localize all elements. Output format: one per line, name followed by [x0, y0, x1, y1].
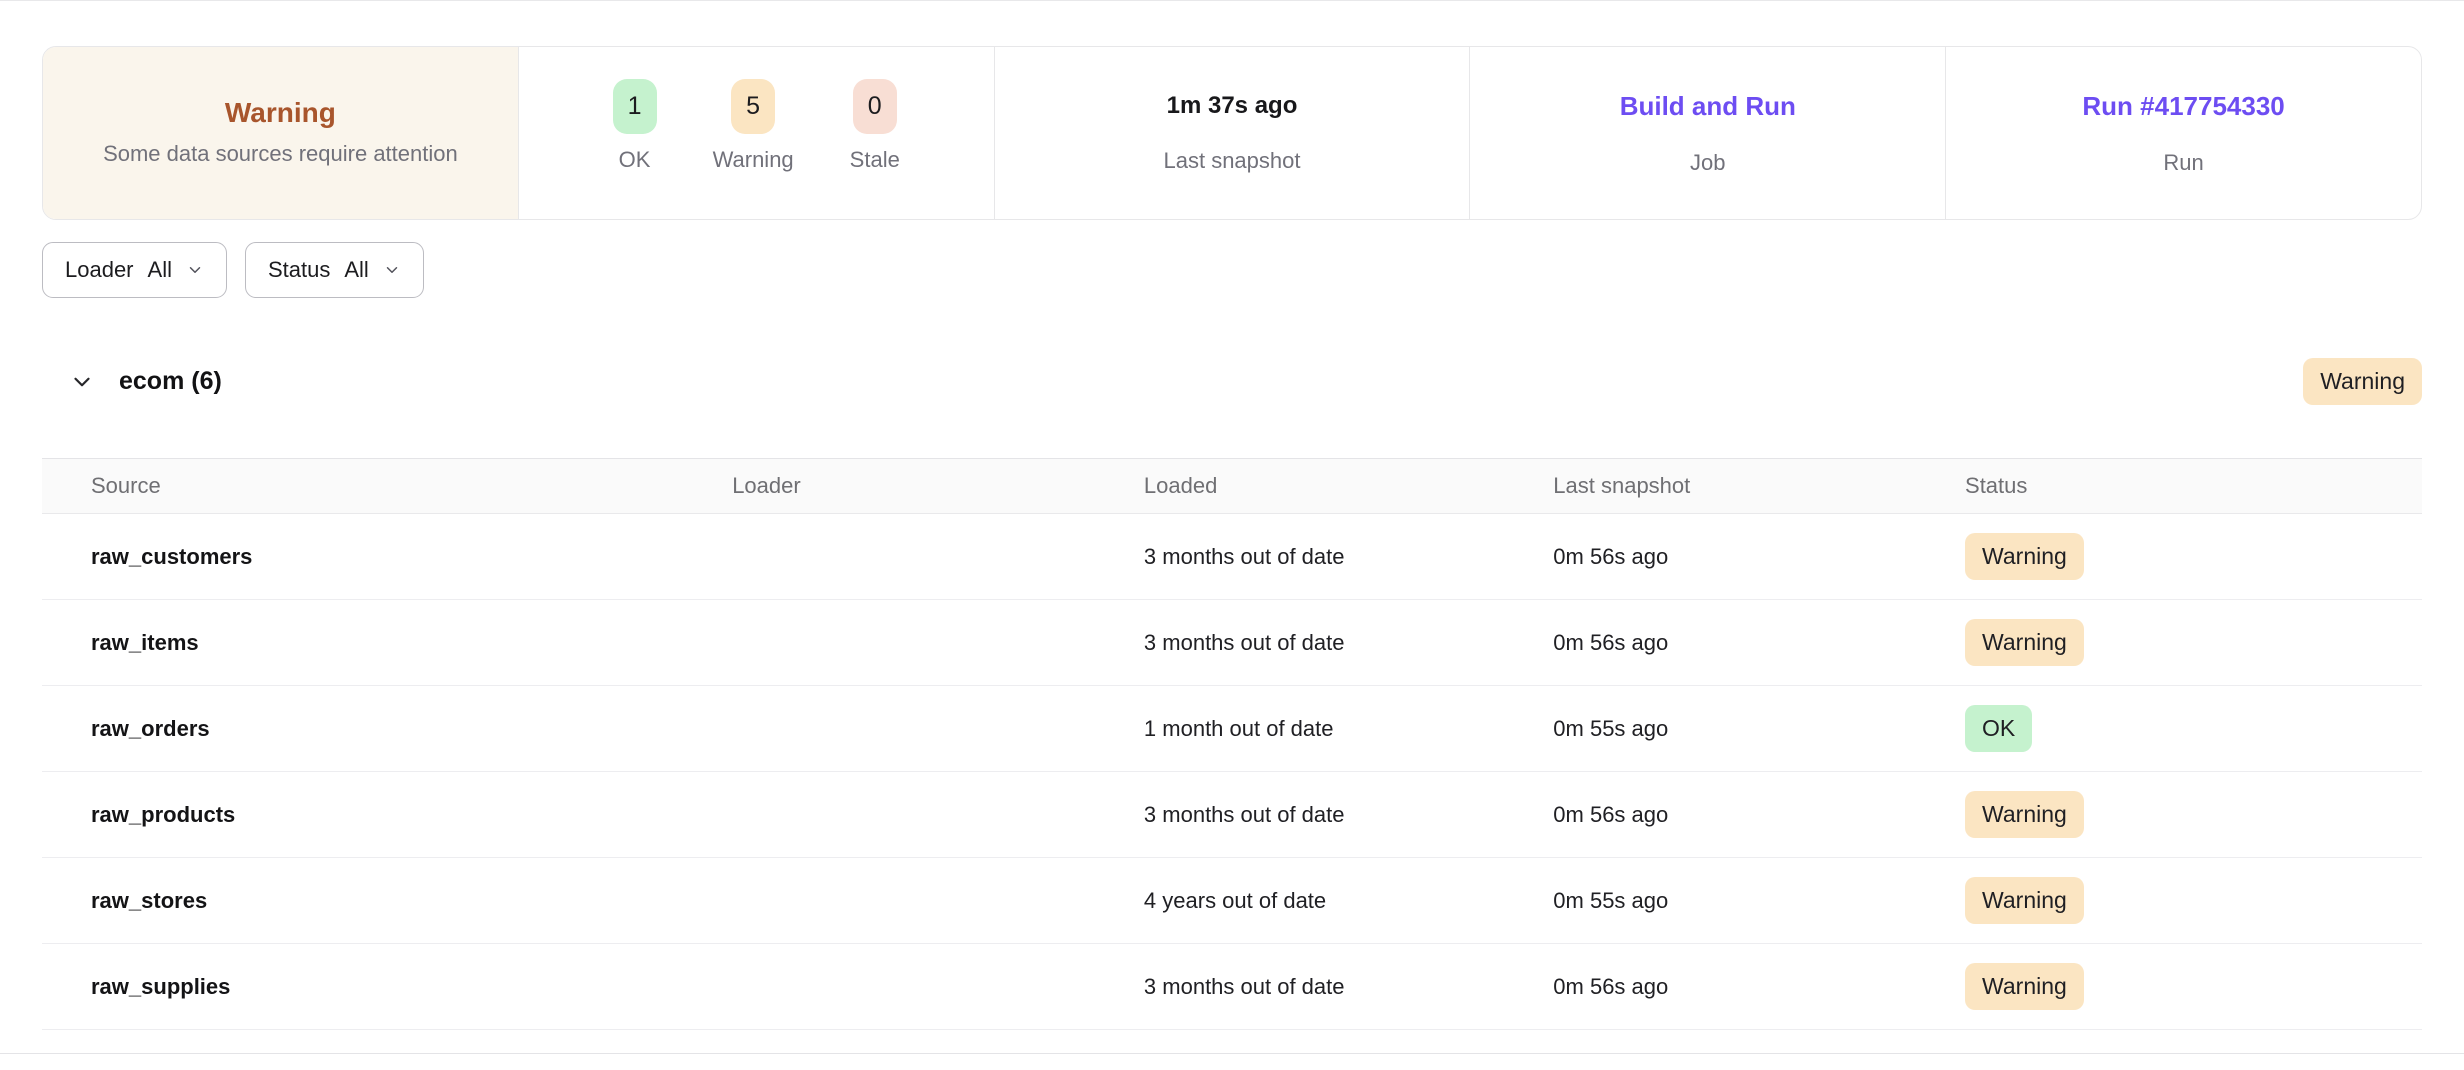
source-cell: raw_products [42, 802, 732, 828]
table-row[interactable]: raw_customers 3 months out of date 0m 56… [42, 514, 2422, 600]
chevron-down-icon [69, 369, 95, 395]
source-cell: raw_stores [42, 888, 732, 914]
source-cell: raw_customers [42, 544, 732, 570]
stat-label: Job [1690, 150, 1725, 176]
overall-status-title: Warning [225, 97, 336, 129]
last-snapshot-cell: 0m 55s ago [1553, 888, 1965, 914]
source-cell: raw_items [42, 630, 732, 656]
counter-label: Stale [850, 147, 900, 173]
last-snapshot-cell: 0m 56s ago [1553, 974, 1965, 1000]
stat-link[interactable]: Run #417754330 [2082, 91, 2284, 122]
table-header: Source Loader Loaded Last snapshot Statu… [42, 458, 2422, 514]
stat-last-snapshot: 1m 37s ago Last snapshot [994, 47, 1470, 219]
top-divider [0, 0, 2464, 1]
loaded-cell: 3 months out of date [1144, 630, 1553, 656]
counter-stale: 0 Stale [850, 79, 900, 173]
last-snapshot-cell: 0m 55s ago [1553, 716, 1965, 742]
group-collapse-toggle[interactable] [69, 369, 95, 395]
loaded-cell: 4 years out of date [1144, 888, 1553, 914]
stat-link[interactable]: Build and Run [1620, 91, 1796, 122]
table-row[interactable]: raw_supplies 3 months out of date 0m 56s… [42, 944, 2422, 1030]
group-status-badge: Warning [2303, 358, 2422, 405]
table-row[interactable]: raw_items 3 months out of date 0m 56s ag… [42, 600, 2422, 686]
data-sources-page: Warning Some data sources require attent… [0, 46, 2464, 1030]
sources-table: Source Loader Loaded Last snapshot Statu… [42, 458, 2422, 1030]
status-badge: Warning [1965, 791, 2084, 838]
counter-value-pill: 1 [613, 79, 657, 134]
counter-value-pill: 0 [853, 79, 897, 134]
table-row[interactable]: raw_stores 4 years out of date 0m 55s ag… [42, 858, 2422, 944]
counter-value-pill: 5 [731, 79, 775, 134]
loaded-cell: 3 months out of date [1144, 544, 1553, 570]
counter-warning: 5 Warning [713, 79, 794, 173]
filter-loader[interactable]: Loader All [42, 242, 227, 298]
filters-row: Loader All Status All [42, 242, 2422, 298]
bottom-divider [0, 1053, 2464, 1054]
stat-label: Last snapshot [1164, 148, 1301, 174]
chevron-down-icon [186, 261, 204, 279]
loaded-cell: 3 months out of date [1144, 802, 1553, 828]
column-header-loader: Loader [732, 473, 1144, 499]
group-header-ecom: ecom (6) Warning [42, 358, 2422, 405]
table-row[interactable]: raw_orders 1 month out of date 0m 55s ag… [42, 686, 2422, 772]
counter-label: Warning [713, 147, 794, 173]
table-body: raw_customers 3 months out of date 0m 56… [42, 514, 2422, 1030]
last-snapshot-cell: 0m 56s ago [1553, 544, 1965, 570]
stat-job: Build and Run Job [1469, 47, 1945, 219]
status-badge: Warning [1965, 533, 2084, 580]
stat-run: Run #417754330 Run [1945, 47, 2421, 219]
source-cell: raw_supplies [42, 974, 732, 1000]
filter-value: All [148, 257, 172, 283]
group-title: ecom (6) [119, 367, 222, 396]
filter-label: Status [268, 257, 330, 283]
loaded-cell: 1 month out of date [1144, 716, 1553, 742]
source-cell: raw_orders [42, 716, 732, 742]
table-row[interactable]: raw_products 3 months out of date 0m 56s… [42, 772, 2422, 858]
stat-label: Run [2163, 150, 2203, 176]
column-header-source: Source [42, 473, 732, 499]
summary-bar: Warning Some data sources require attent… [42, 46, 2422, 220]
counter-label: OK [619, 147, 651, 173]
stat-value: 1m 37s ago [1167, 92, 1298, 120]
status-badge: Warning [1965, 877, 2084, 924]
filter-label: Loader [65, 257, 134, 283]
status-badge: OK [1965, 705, 2032, 752]
last-snapshot-cell: 0m 56s ago [1553, 630, 1965, 656]
status-badge: Warning [1965, 619, 2084, 666]
overall-status-subtitle: Some data sources require attention [103, 139, 458, 168]
column-header-loaded: Loaded [1144, 473, 1553, 499]
last-snapshot-cell: 0m 56s ago [1553, 802, 1965, 828]
chevron-down-icon [383, 261, 401, 279]
overall-status-card: Warning Some data sources require attent… [43, 47, 518, 219]
filter-status[interactable]: Status All [245, 242, 424, 298]
column-header-status: Status [1965, 473, 2422, 499]
status-badge: Warning [1965, 963, 2084, 1010]
column-header-last-snapshot: Last snapshot [1553, 473, 1965, 499]
loaded-cell: 3 months out of date [1144, 974, 1553, 1000]
status-counters-card: 1 OK 5 Warning 0 Stale [518, 47, 994, 219]
filter-value: All [344, 257, 368, 283]
counter-ok: 1 OK [613, 79, 657, 173]
